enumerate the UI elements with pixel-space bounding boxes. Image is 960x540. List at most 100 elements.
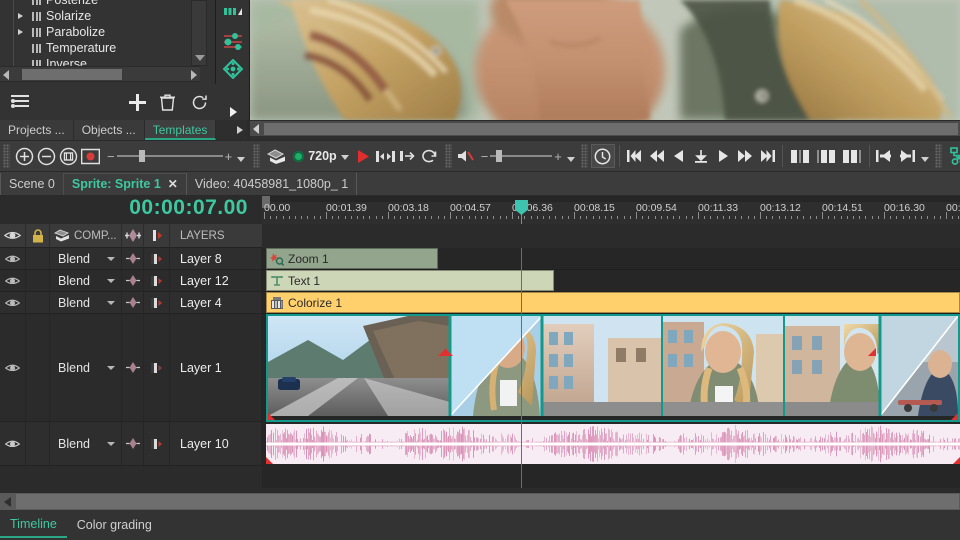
track-video[interactable] xyxy=(262,314,960,422)
layer-blend-mode[interactable]: Blend xyxy=(50,314,122,421)
scroll-left-icon[interactable] xyxy=(3,70,9,80)
toolbar-grip[interactable] xyxy=(3,144,10,168)
play-red-icon[interactable] xyxy=(353,144,375,168)
play-icon[interactable] xyxy=(712,144,734,168)
effects-list[interactable]: Posterize Solarize Parabolize Temperatur… xyxy=(0,0,182,66)
zoom-slider-track[interactable] xyxy=(116,150,223,162)
chevron-right-icon[interactable] xyxy=(18,29,23,35)
effect-item-inverse[interactable]: Inverse xyxy=(0,56,182,66)
layer-lock-toggle[interactable] xyxy=(26,270,50,291)
range-in-icon[interactable] xyxy=(787,144,813,168)
layer-visibility-toggle[interactable] xyxy=(0,314,26,421)
scroll-right-icon[interactable] xyxy=(191,70,197,80)
refresh-icon[interactable] xyxy=(182,94,216,111)
redo-icon[interactable] xyxy=(419,144,441,168)
layer-visibility-toggle[interactable] xyxy=(0,292,26,313)
layer-mute-toggle[interactable] xyxy=(144,248,170,269)
zoom-out-icon[interactable] xyxy=(35,144,57,168)
zoom-slider[interactable]: − + xyxy=(107,149,232,164)
volume-slider-minus[interactable]: − xyxy=(481,149,489,164)
layer-waveform-toggle[interactable] xyxy=(122,270,144,291)
chevron-down-icon[interactable] xyxy=(107,365,115,370)
range-mid-icon[interactable] xyxy=(813,144,839,168)
clip-text-1[interactable]: Text 1 xyxy=(266,270,554,291)
zoom-options-chevron-down-icon[interactable] xyxy=(237,156,246,162)
toolbar-grip[interactable] xyxy=(580,144,588,168)
delete-icon[interactable] xyxy=(152,94,182,111)
fit-to-screen-icon[interactable] xyxy=(57,144,79,168)
preview-horizontal-scrollbar[interactable] xyxy=(250,120,960,136)
strip-expand-button[interactable] xyxy=(220,104,246,120)
clip-video-1[interactable] xyxy=(266,314,960,422)
rewind-icon[interactable] xyxy=(646,144,668,168)
timeline-ruler[interactable]: 00.00 00:01.39 00:03.18 00:04.57 00:06.36 00:… xyxy=(262,196,960,224)
layer-name[interactable]: Layer 10 xyxy=(170,422,262,465)
timeline-tracks[interactable]: Zoom 1 Text 1 Colorize 1 xyxy=(262,248,960,488)
layer-mute-toggle[interactable] xyxy=(144,422,170,465)
track-text[interactable]: Text 1 xyxy=(262,270,960,292)
tab-projects[interactable]: Projects ... xyxy=(0,120,74,140)
layer-blend-mode[interactable]: Blend xyxy=(50,248,122,269)
scroll-thumb[interactable] xyxy=(264,123,958,135)
timeline-horizontal-scrollbar[interactable] xyxy=(0,492,960,510)
loop-region-icon[interactable] xyxy=(375,144,397,168)
scissors-icon[interactable] xyxy=(945,144,960,168)
transform-icon[interactable] xyxy=(220,56,246,82)
chevron-down-icon[interactable] xyxy=(107,256,115,261)
equalizer-icon[interactable] xyxy=(220,0,246,26)
layer-waveform-toggle[interactable] xyxy=(122,248,144,269)
effects-vertical-scrollbar[interactable] xyxy=(191,0,207,66)
scene-tab-scene0[interactable]: Scene 0 xyxy=(0,172,64,195)
skip-start-icon[interactable] xyxy=(624,144,646,168)
scroll-left-icon[interactable] xyxy=(4,497,11,507)
layer-name[interactable]: Layer 1 xyxy=(170,314,262,421)
zoom-slider-knob[interactable] xyxy=(138,150,145,162)
layer-visibility-toggle[interactable] xyxy=(0,248,26,269)
toolbar-grip[interactable] xyxy=(253,144,261,168)
scroll-thumb[interactable] xyxy=(22,69,122,80)
clip-colorize-1[interactable]: Colorize 1 xyxy=(266,292,960,313)
chevron-down-icon[interactable] xyxy=(107,278,115,283)
waveform-icon[interactable] xyxy=(122,223,144,248)
lock-icon[interactable] xyxy=(26,223,50,248)
clip-audio-1[interactable] xyxy=(266,424,960,464)
resolution-chevron-down-icon[interactable] xyxy=(340,154,349,160)
undo-icon[interactable] xyxy=(397,144,419,168)
step-back-icon[interactable] xyxy=(668,144,690,168)
track-audio[interactable] xyxy=(262,422,960,466)
snapshot-icon[interactable] xyxy=(79,144,101,168)
zoom-slider-minus[interactable]: − xyxy=(107,149,115,164)
layers-icon[interactable] xyxy=(263,144,289,168)
layer-waveform-toggle[interactable] xyxy=(122,422,144,465)
clip-zoom-1[interactable]: Zoom 1 xyxy=(266,248,438,269)
layer-blend-mode[interactable]: Blend xyxy=(50,422,122,465)
layer-name[interactable]: Layer 4 xyxy=(170,292,262,313)
properties-icon[interactable] xyxy=(0,94,40,110)
layer-lock-toggle[interactable] xyxy=(26,314,50,421)
track-zoom[interactable]: Zoom 1 xyxy=(262,248,960,270)
volume-slider-track[interactable] xyxy=(490,150,553,162)
eye-icon[interactable] xyxy=(0,223,26,248)
scene-tab-sprite1[interactable]: Sprite: Sprite 1 ✕ xyxy=(62,172,187,195)
layer-lock-toggle[interactable] xyxy=(26,248,50,269)
transport-options-chevron-down-icon[interactable] xyxy=(920,156,929,162)
chevron-down-icon[interactable] xyxy=(107,441,115,446)
scene-tab-video[interactable]: Video: 40458981_1080p_ 1 xyxy=(185,172,358,195)
chevron-down-icon[interactable] xyxy=(107,300,115,305)
layer-blend-mode[interactable]: Blend xyxy=(50,292,122,313)
toolbar-grip[interactable] xyxy=(934,144,942,168)
layer-lock-toggle[interactable] xyxy=(26,292,50,313)
layer-lock-toggle[interactable] xyxy=(26,422,50,465)
track-colorize[interactable]: Colorize 1 xyxy=(262,292,960,314)
next-keyframe-icon[interactable] xyxy=(896,144,918,168)
range-out-icon[interactable] xyxy=(839,144,865,168)
add-icon[interactable] xyxy=(122,93,152,111)
layer-row-12[interactable]: Blend Layer 12 xyxy=(0,270,262,292)
volume-slider[interactable]: − + xyxy=(481,149,562,164)
layer-name[interactable]: Layer 8 xyxy=(170,248,262,269)
layer-waveform-toggle[interactable] xyxy=(122,314,144,421)
layer-waveform-toggle[interactable] xyxy=(122,292,144,313)
layer-visibility-toggle[interactable] xyxy=(0,270,26,291)
video-preview[interactable] xyxy=(250,0,960,120)
close-icon[interactable]: ✕ xyxy=(168,177,178,191)
